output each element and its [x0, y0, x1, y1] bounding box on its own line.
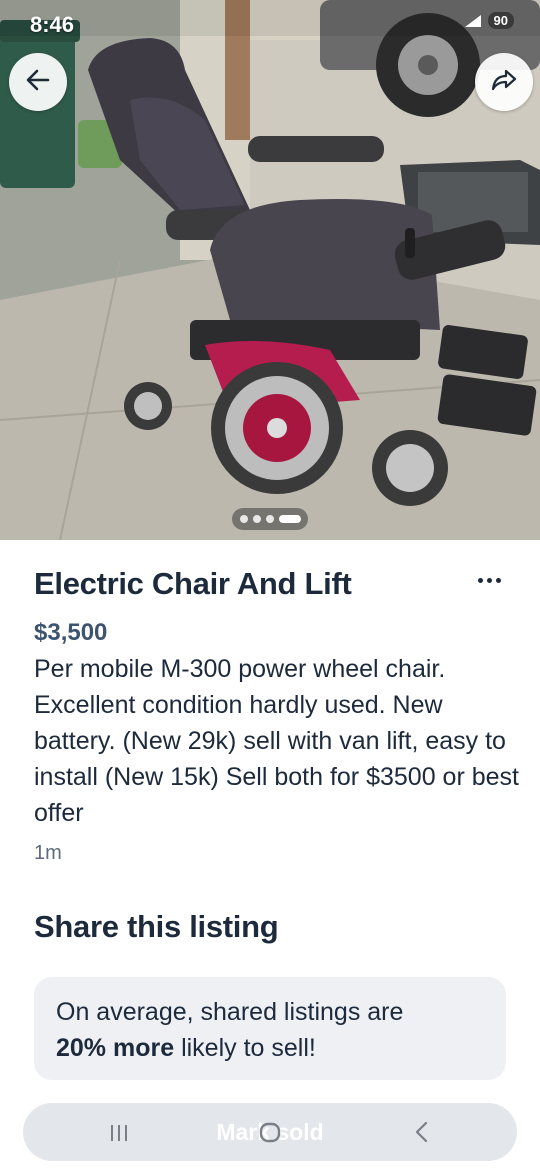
recent-apps-icon[interactable] — [107, 1121, 131, 1145]
arrow-left-icon — [24, 66, 52, 99]
share-arrow-icon — [490, 66, 518, 99]
signal-icon — [464, 14, 482, 28]
carousel-indicator[interactable] — [232, 508, 308, 530]
carousel-dot — [239, 515, 248, 523]
carousel-dot-active — [278, 515, 301, 523]
wheelchair-photo — [0, 0, 540, 540]
mark-sold-button[interactable]: Mark sold — [23, 1103, 517, 1161]
share-info-suffix: likely to sell! — [181, 1034, 316, 1062]
carousel-dot — [252, 515, 261, 523]
home-icon[interactable] — [258, 1120, 282, 1144]
more-dot-icon — [495, 577, 501, 583]
status-icons: 90 — [464, 12, 514, 29]
share-info-card[interactable]: On average, shared listings are 20% more… — [34, 977, 506, 1080]
nav-back-icon[interactable] — [410, 1120, 434, 1144]
share-info-prefix: On average, shared listings are — [56, 998, 404, 1026]
status-bar: 8:46 90 — [0, 0, 540, 37]
listing-photo[interactable]: 8:46 90 — [0, 0, 540, 540]
share-info-highlight: 20% more — [56, 1034, 175, 1062]
more-options-button[interactable] — [472, 570, 506, 590]
back-button[interactable] — [9, 53, 67, 111]
listing-title: Electric Chair And Lift — [34, 566, 352, 601]
share-section-heading: Share this listing — [34, 909, 279, 944]
listing-description: Per mobile M-300 power wheel chair. Exce… — [34, 655, 519, 827]
battery-level: 90 — [487, 12, 514, 29]
more-dot-icon — [486, 577, 492, 583]
share-button[interactable] — [475, 53, 533, 111]
posted-time: 1m — [34, 842, 62, 864]
listing-price: $3,500 — [34, 619, 108, 646]
carousel-dot — [265, 515, 274, 523]
more-dot-icon — [477, 577, 483, 583]
status-time: 8:46 — [30, 12, 75, 37]
